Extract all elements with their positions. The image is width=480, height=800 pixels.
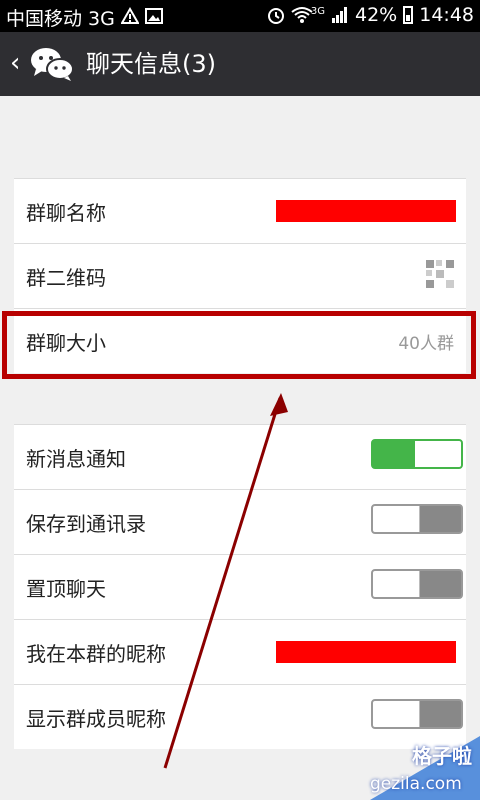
network-type: 3G [310, 5, 325, 17]
battery-percent: 42% [355, 4, 398, 26]
member-nickname-toggle[interactable] [371, 699, 463, 729]
row-label: 群聊名称 [26, 201, 106, 225]
row-label: 置顶聊天 [26, 577, 106, 601]
wifi-icon [291, 6, 313, 24]
alarm-icon [267, 6, 285, 24]
warning-icon [120, 6, 140, 25]
battery-icon [403, 6, 414, 24]
page-title: 聊天信息(3) [86, 50, 216, 78]
watermark: 格子啦 gezila.com [370, 736, 480, 800]
app-header: ‹ 聊天信息(3) [0, 32, 480, 96]
settings-content: 群聊名称 群二维码 群聊大小 40人群 新消息通知 保存到通讯录 置顶聊天 我在… [0, 96, 480, 800]
toggle-knob [373, 571, 420, 597]
chevron-left-icon[interactable]: ‹ [10, 50, 20, 76]
clock: 14:48 [419, 4, 474, 26]
annotation-highlight-box [2, 311, 476, 379]
group-name-row[interactable]: 群聊名称 [14, 179, 466, 244]
row-label: 新消息通知 [26, 447, 126, 471]
carrier-label: 中国移动 3G [6, 4, 163, 31]
redacted-group-name [276, 200, 456, 222]
new-message-notify-row: 新消息通知 [14, 425, 466, 490]
signal-icon [331, 6, 349, 24]
watermark-title: 格子啦 [412, 744, 472, 768]
redacted-nickname [276, 641, 456, 663]
status-right: 3G 42% 14:48 [267, 4, 474, 26]
row-label: 我在本群的昵称 [26, 642, 166, 666]
pin-chat-row: 置顶聊天 [14, 555, 466, 620]
toggle-knob [415, 441, 461, 467]
gallery-icon [144, 7, 163, 25]
pin-chat-toggle[interactable] [371, 569, 463, 599]
save-to-contacts-row: 保存到通讯录 [14, 490, 466, 555]
row-label: 显示群成员昵称 [26, 707, 166, 731]
settings-section: 新消息通知 保存到通讯录 置顶聊天 我在本群的昵称 显示群成员昵称 [14, 424, 466, 749]
qr-code-icon [426, 260, 454, 288]
group-qr-row[interactable]: 群二维码 [14, 244, 466, 309]
row-label: 群二维码 [26, 266, 106, 290]
watermark-url: gezila.com [370, 774, 462, 794]
toggle-knob [373, 506, 420, 532]
my-nickname-row[interactable]: 我在本群的昵称 [14, 620, 466, 685]
save-contacts-toggle[interactable] [371, 504, 463, 534]
status-bar: 中国移动 3G 3G 42% 14:48 [0, 0, 480, 32]
wechat-icon[interactable] [30, 45, 74, 83]
notify-toggle[interactable] [371, 439, 463, 469]
toggle-knob [373, 701, 420, 727]
row-label: 保存到通讯录 [26, 512, 146, 536]
